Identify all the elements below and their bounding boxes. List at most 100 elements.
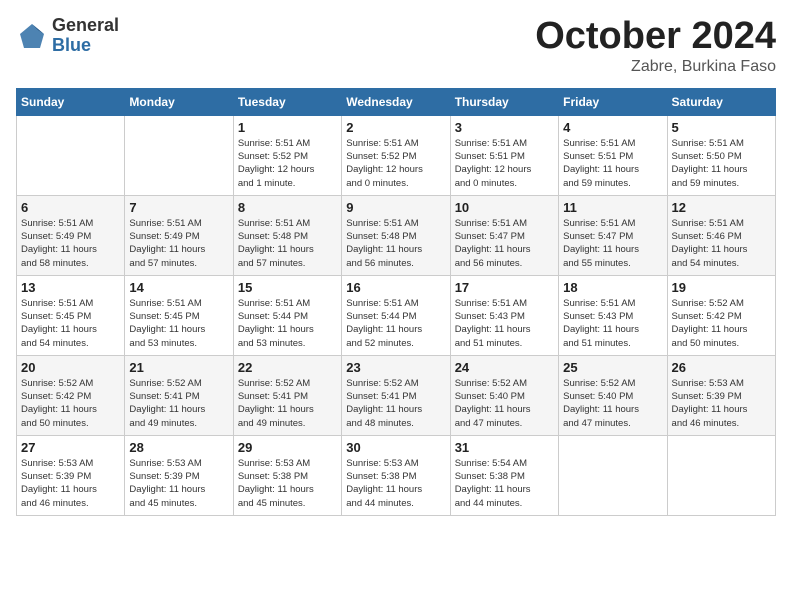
calendar-cell: 26Sunrise: 5:53 AM Sunset: 5:39 PM Dayli… bbox=[667, 355, 775, 435]
calendar-cell bbox=[559, 435, 667, 515]
day-info: Sunrise: 5:51 AM Sunset: 5:48 PM Dayligh… bbox=[238, 217, 337, 270]
calendar-cell: 9 Sunrise: 5:51 AM Sunset: 5:48 PM Daylig… bbox=[342, 195, 450, 275]
header-row: SundayMondayTuesdayWednesdayThursdayFrid… bbox=[17, 88, 776, 115]
day-info: Sunrise: 5:51 AM Sunset: 5:49 PM Dayligh… bbox=[21, 217, 120, 270]
calendar-cell: 12 Sunrise: 5:51 AM Sunset: 5:46 PM Dayli… bbox=[667, 195, 775, 275]
day-info: Sunrise: 5:51 AM Sunset: 5:45 PM Dayligh… bbox=[129, 297, 228, 350]
header-day-saturday: Saturday bbox=[667, 88, 775, 115]
day-number: 18 bbox=[563, 280, 662, 295]
calendar-cell bbox=[667, 435, 775, 515]
calendar-cell: 10 Sunrise: 5:51 AM Sunset: 5:47 PM Dayli… bbox=[450, 195, 558, 275]
calendar-cell: 29 Sunrise: 5:53 AM Sunset: 5:38 PM Dayli… bbox=[233, 435, 341, 515]
day-info: Sunrise: 5:53 AM Sunset: 5:39 PM Dayligh… bbox=[21, 457, 120, 510]
day-number: 19 bbox=[672, 280, 771, 295]
day-number: 21 bbox=[129, 360, 228, 375]
day-info: Sunrise: 5:52 AM Sunset: 5:41 PM Dayligh… bbox=[238, 377, 337, 430]
day-number: 6 bbox=[21, 200, 120, 215]
day-info: Sunrise: 5:51 AM Sunset: 5:50 PM Dayligh… bbox=[672, 137, 771, 190]
header-day-tuesday: Tuesday bbox=[233, 88, 341, 115]
calendar-cell: 31 Sunrise: 5:54 AM Sunset: 5:38 PM Dayli… bbox=[450, 435, 558, 515]
calendar-body: 1Sunrise: 5:51 AM Sunset: 5:52 PM Daylig… bbox=[17, 115, 776, 515]
logo-icon bbox=[16, 20, 48, 52]
day-info: Sunrise: 5:51 AM Sunset: 5:52 PM Dayligh… bbox=[238, 137, 337, 190]
logo: General Blue bbox=[16, 16, 119, 56]
day-info: Sunrise: 5:51 AM Sunset: 5:46 PM Dayligh… bbox=[672, 217, 771, 270]
calendar-week-3: 13 Sunrise: 5:51 AM Sunset: 5:45 PM Dayli… bbox=[17, 275, 776, 355]
calendar-cell: 23 Sunrise: 5:52 AM Sunset: 5:41 PM Dayli… bbox=[342, 355, 450, 435]
calendar-cell: 19 Sunrise: 5:52 AM Sunset: 5:42 PM Dayli… bbox=[667, 275, 775, 355]
calendar-cell: 4 Sunrise: 5:51 AM Sunset: 5:51 PM Daylig… bbox=[559, 115, 667, 195]
day-info: Sunrise: 5:52 AM Sunset: 5:40 PM Dayligh… bbox=[563, 377, 662, 430]
day-number: 3 bbox=[455, 120, 554, 135]
day-number: 20 bbox=[21, 360, 120, 375]
calendar-week-5: 27Sunrise: 5:53 AM Sunset: 5:39 PM Dayli… bbox=[17, 435, 776, 515]
day-info: Sunrise: 5:51 AM Sunset: 5:48 PM Dayligh… bbox=[346, 217, 445, 270]
day-info: Sunrise: 5:52 AM Sunset: 5:41 PM Dayligh… bbox=[346, 377, 445, 430]
calendar-cell bbox=[125, 115, 233, 195]
calendar-cell: 24Sunrise: 5:52 AM Sunset: 5:40 PM Dayli… bbox=[450, 355, 558, 435]
calendar-cell: 30 Sunrise: 5:53 AM Sunset: 5:38 PM Dayli… bbox=[342, 435, 450, 515]
day-number: 9 bbox=[346, 200, 445, 215]
header-day-thursday: Thursday bbox=[450, 88, 558, 115]
day-info: Sunrise: 5:51 AM Sunset: 5:45 PM Dayligh… bbox=[21, 297, 120, 350]
day-number: 29 bbox=[238, 440, 337, 455]
day-number: 14 bbox=[129, 280, 228, 295]
calendar-week-1: 1Sunrise: 5:51 AM Sunset: 5:52 PM Daylig… bbox=[17, 115, 776, 195]
calendar-cell: 20 Sunrise: 5:52 AM Sunset: 5:42 PM Dayli… bbox=[17, 355, 125, 435]
calendar-cell: 18Sunrise: 5:51 AM Sunset: 5:43 PM Dayli… bbox=[559, 275, 667, 355]
calendar-cell: 3 Sunrise: 5:51 AM Sunset: 5:51 PM Daylig… bbox=[450, 115, 558, 195]
day-info: Sunrise: 5:51 AM Sunset: 5:51 PM Dayligh… bbox=[455, 137, 554, 190]
day-info: Sunrise: 5:51 AM Sunset: 5:47 PM Dayligh… bbox=[455, 217, 554, 270]
calendar-header: SundayMondayTuesdayWednesdayThursdayFrid… bbox=[17, 88, 776, 115]
logo-blue-text: Blue bbox=[52, 36, 119, 56]
day-number: 10 bbox=[455, 200, 554, 215]
header-day-sunday: Sunday bbox=[17, 88, 125, 115]
day-number: 24 bbox=[455, 360, 554, 375]
day-info: Sunrise: 5:53 AM Sunset: 5:39 PM Dayligh… bbox=[129, 457, 228, 510]
title-block: October 2024 Zabre, Burkina Faso bbox=[535, 16, 776, 76]
day-number: 7 bbox=[129, 200, 228, 215]
day-number: 11 bbox=[563, 200, 662, 215]
day-info: Sunrise: 5:51 AM Sunset: 5:43 PM Dayligh… bbox=[455, 297, 554, 350]
calendar-cell: 14 Sunrise: 5:51 AM Sunset: 5:45 PM Dayli… bbox=[125, 275, 233, 355]
calendar-cell: 17Sunrise: 5:51 AM Sunset: 5:43 PM Dayli… bbox=[450, 275, 558, 355]
calendar-cell: 21 Sunrise: 5:52 AM Sunset: 5:41 PM Dayli… bbox=[125, 355, 233, 435]
day-info: Sunrise: 5:52 AM Sunset: 5:42 PM Dayligh… bbox=[672, 297, 771, 350]
day-info: Sunrise: 5:53 AM Sunset: 5:38 PM Dayligh… bbox=[238, 457, 337, 510]
day-number: 13 bbox=[21, 280, 120, 295]
page-header: General Blue October 2024 Zabre, Burkina… bbox=[16, 16, 776, 76]
day-number: 23 bbox=[346, 360, 445, 375]
day-info: Sunrise: 5:51 AM Sunset: 5:44 PM Dayligh… bbox=[346, 297, 445, 350]
day-number: 30 bbox=[346, 440, 445, 455]
calendar-cell: 28 Sunrise: 5:53 AM Sunset: 5:39 PM Dayli… bbox=[125, 435, 233, 515]
calendar-cell: 16Sunrise: 5:51 AM Sunset: 5:44 PM Dayli… bbox=[342, 275, 450, 355]
header-day-friday: Friday bbox=[559, 88, 667, 115]
calendar-cell: 15Sunrise: 5:51 AM Sunset: 5:44 PM Dayli… bbox=[233, 275, 341, 355]
calendar-cell: 27Sunrise: 5:53 AM Sunset: 5:39 PM Dayli… bbox=[17, 435, 125, 515]
calendar-cell: 2Sunrise: 5:51 AM Sunset: 5:52 PM Daylig… bbox=[342, 115, 450, 195]
calendar-cell: 22Sunrise: 5:52 AM Sunset: 5:41 PM Dayli… bbox=[233, 355, 341, 435]
calendar-cell bbox=[17, 115, 125, 195]
day-number: 31 bbox=[455, 440, 554, 455]
month-title: October 2024 bbox=[535, 16, 776, 58]
day-number: 8 bbox=[238, 200, 337, 215]
calendar-cell: 11Sunrise: 5:51 AM Sunset: 5:47 PM Dayli… bbox=[559, 195, 667, 275]
day-number: 4 bbox=[563, 120, 662, 135]
day-number: 25 bbox=[563, 360, 662, 375]
day-info: Sunrise: 5:52 AM Sunset: 5:41 PM Dayligh… bbox=[129, 377, 228, 430]
day-info: Sunrise: 5:53 AM Sunset: 5:38 PM Dayligh… bbox=[346, 457, 445, 510]
calendar-cell: 1Sunrise: 5:51 AM Sunset: 5:52 PM Daylig… bbox=[233, 115, 341, 195]
day-info: Sunrise: 5:52 AM Sunset: 5:42 PM Dayligh… bbox=[21, 377, 120, 430]
day-info: Sunrise: 5:54 AM Sunset: 5:38 PM Dayligh… bbox=[455, 457, 554, 510]
header-day-wednesday: Wednesday bbox=[342, 88, 450, 115]
header-day-monday: Monday bbox=[125, 88, 233, 115]
logo-text: General Blue bbox=[52, 16, 119, 56]
calendar-cell: 13 Sunrise: 5:51 AM Sunset: 5:45 PM Dayli… bbox=[17, 275, 125, 355]
day-info: Sunrise: 5:51 AM Sunset: 5:52 PM Dayligh… bbox=[346, 137, 445, 190]
day-info: Sunrise: 5:51 AM Sunset: 5:51 PM Dayligh… bbox=[563, 137, 662, 190]
day-info: Sunrise: 5:51 AM Sunset: 5:44 PM Dayligh… bbox=[238, 297, 337, 350]
day-number: 26 bbox=[672, 360, 771, 375]
calendar-cell: 7Sunrise: 5:51 AM Sunset: 5:49 PM Daylig… bbox=[125, 195, 233, 275]
day-number: 28 bbox=[129, 440, 228, 455]
day-number: 12 bbox=[672, 200, 771, 215]
